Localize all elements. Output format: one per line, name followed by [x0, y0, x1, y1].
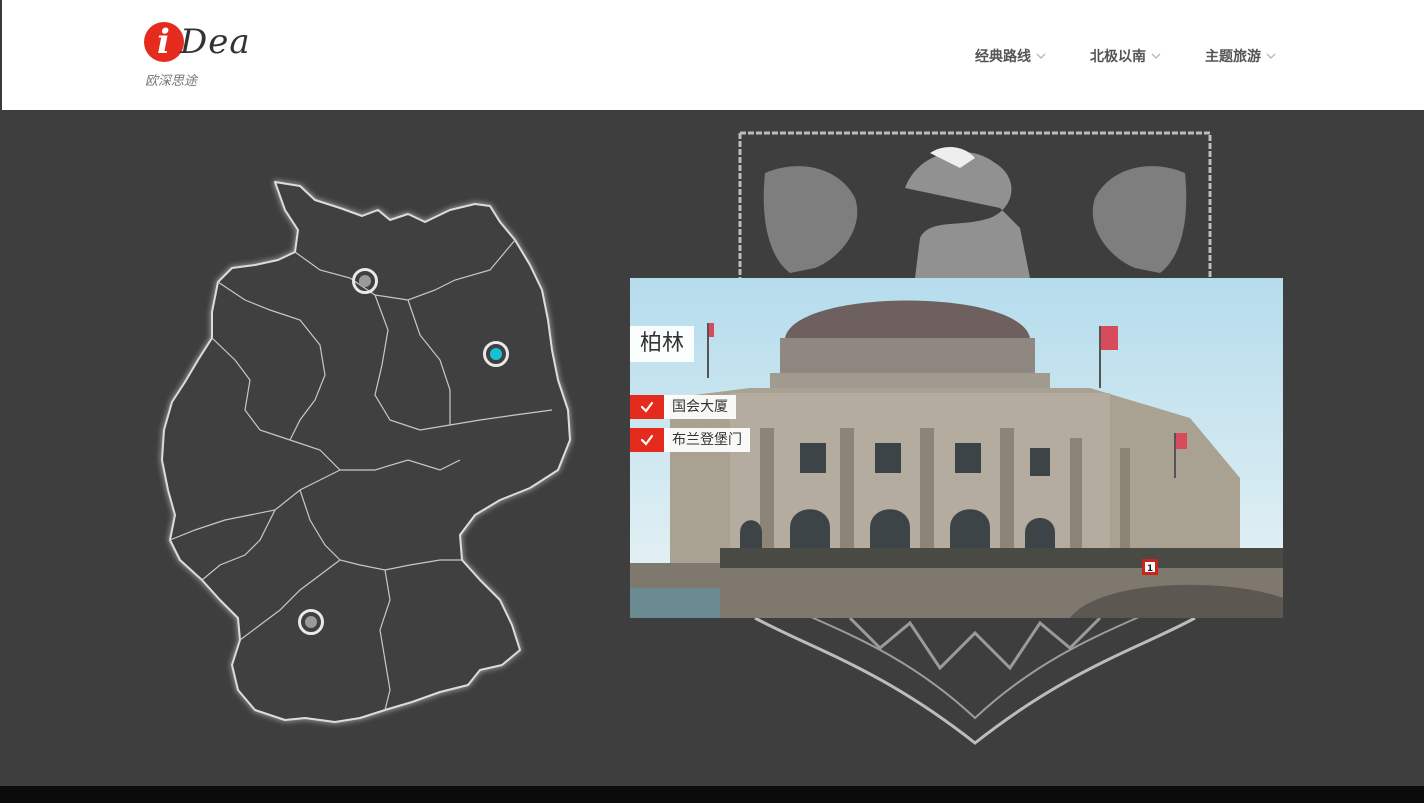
pin-dot	[490, 348, 502, 360]
chevron-down-icon	[1036, 53, 1046, 59]
map-pin-berlin[interactable]	[483, 341, 509, 367]
logo-i-badge: i	[144, 22, 184, 62]
pin-dot	[359, 275, 371, 287]
city-title: 柏林	[630, 326, 695, 362]
logo-letter: i	[157, 22, 170, 62]
photo-sign-number: 1	[1147, 564, 1153, 574]
chevron-down-icon	[1151, 53, 1161, 59]
main-nav: 经典路线 北极以南 主题旅游	[931, 46, 1276, 66]
checkmark-icon	[630, 428, 664, 452]
attraction-label: 国会大厦	[664, 395, 736, 419]
nav-item-theme-tours[interactable]: 主题旅游	[1205, 46, 1276, 66]
logo-wordmark: Dea	[180, 22, 251, 62]
site-header: i Dea 欧深思途 经典路线 北极以南 主题旅游	[0, 0, 1424, 110]
map-pin-hamburg[interactable]	[352, 268, 378, 294]
nav-item-classic-routes[interactable]: 经典路线	[975, 46, 1046, 66]
nav-item-south-of-arctic[interactable]: 北极以南	[1090, 46, 1161, 66]
nav-item-label: 主题旅游	[1205, 49, 1261, 65]
footer-bar	[0, 786, 1424, 803]
attraction-reichstag[interactable]: 国会大厦	[630, 395, 736, 419]
nav-item-label: 经典路线	[975, 49, 1031, 65]
checkmark-icon	[630, 395, 664, 419]
attraction-label: 布兰登堡门	[664, 428, 750, 452]
map-pin-stuttgart[interactable]	[298, 609, 324, 635]
brand-logo[interactable]: i Dea 欧深思途	[144, 20, 274, 90]
city-card[interactable]: 1 柏林 国会大厦 布兰登堡门	[630, 278, 1283, 618]
chevron-down-icon	[1266, 53, 1276, 59]
germany-outline	[161, 181, 571, 723]
germany-map	[161, 181, 571, 723]
nav-item-label: 北极以南	[1090, 49, 1146, 65]
attraction-brandenburg-gate[interactable]: 布兰登堡门	[630, 428, 750, 452]
logo-subtitle: 欧深思途	[145, 74, 198, 89]
pin-dot	[305, 616, 317, 628]
